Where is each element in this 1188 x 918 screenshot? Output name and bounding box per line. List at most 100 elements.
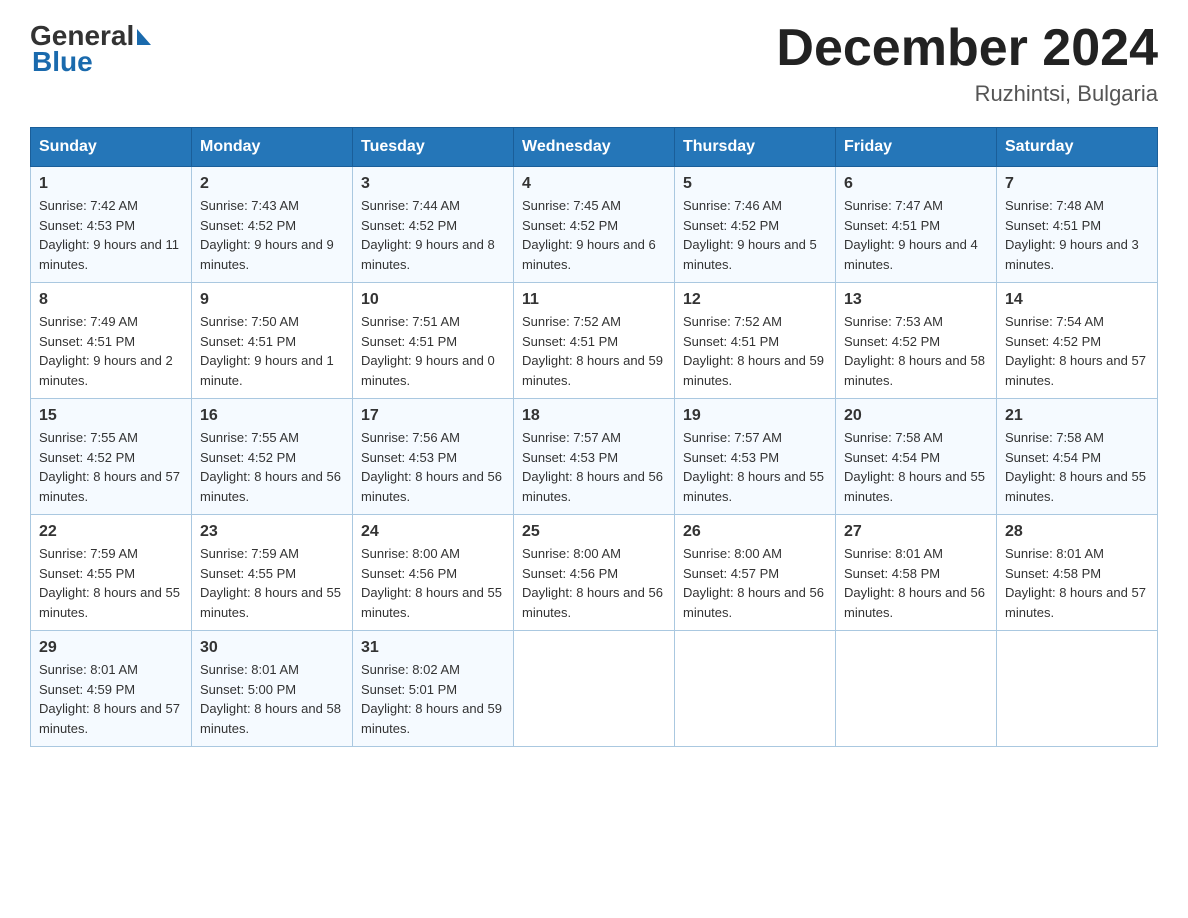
day-info: Sunrise: 8:00 AMSunset: 4:56 PMDaylight:… <box>361 546 502 620</box>
day-info: Sunrise: 7:51 AMSunset: 4:51 PMDaylight:… <box>361 314 495 388</box>
calendar-cell: 3 Sunrise: 7:44 AMSunset: 4:52 PMDayligh… <box>353 167 514 283</box>
day-number: 29 <box>39 639 183 657</box>
day-number: 2 <box>200 175 344 193</box>
calendar-cell: 4 Sunrise: 7:45 AMSunset: 4:52 PMDayligh… <box>514 167 675 283</box>
calendar-cell: 26 Sunrise: 8:00 AMSunset: 4:57 PMDaylig… <box>675 515 836 631</box>
day-number: 12 <box>683 291 827 309</box>
day-info: Sunrise: 8:01 AMSunset: 4:59 PMDaylight:… <box>39 662 180 736</box>
calendar-cell <box>836 631 997 747</box>
calendar-table: SundayMondayTuesdayWednesdayThursdayFrid… <box>30 127 1158 747</box>
calendar-cell: 5 Sunrise: 7:46 AMSunset: 4:52 PMDayligh… <box>675 167 836 283</box>
calendar-cell: 17 Sunrise: 7:56 AMSunset: 4:53 PMDaylig… <box>353 399 514 515</box>
day-number: 18 <box>522 407 666 425</box>
calendar-cell: 19 Sunrise: 7:57 AMSunset: 4:53 PMDaylig… <box>675 399 836 515</box>
calendar-cell: 25 Sunrise: 8:00 AMSunset: 4:56 PMDaylig… <box>514 515 675 631</box>
day-number: 27 <box>844 523 988 541</box>
day-number: 3 <box>361 175 505 193</box>
day-info: Sunrise: 7:46 AMSunset: 4:52 PMDaylight:… <box>683 198 817 272</box>
logo-triangle-icon <box>137 29 151 45</box>
day-number: 4 <box>522 175 666 193</box>
day-info: Sunrise: 8:00 AMSunset: 4:57 PMDaylight:… <box>683 546 824 620</box>
logo-blue-text: Blue <box>32 46 151 78</box>
col-header-monday: Monday <box>192 128 353 167</box>
day-number: 11 <box>522 291 666 309</box>
calendar-cell <box>514 631 675 747</box>
day-info: Sunrise: 7:50 AMSunset: 4:51 PMDaylight:… <box>200 314 334 388</box>
day-number: 7 <box>1005 175 1149 193</box>
day-number: 31 <box>361 639 505 657</box>
week-row-3: 15 Sunrise: 7:55 AMSunset: 4:52 PMDaylig… <box>31 399 1158 515</box>
calendar-cell: 2 Sunrise: 7:43 AMSunset: 4:52 PMDayligh… <box>192 167 353 283</box>
day-info: Sunrise: 7:55 AMSunset: 4:52 PMDaylight:… <box>200 430 341 504</box>
week-row-5: 29 Sunrise: 8:01 AMSunset: 4:59 PMDaylig… <box>31 631 1158 747</box>
day-info: Sunrise: 7:57 AMSunset: 4:53 PMDaylight:… <box>522 430 663 504</box>
calendar-cell: 20 Sunrise: 7:58 AMSunset: 4:54 PMDaylig… <box>836 399 997 515</box>
calendar-cell <box>997 631 1158 747</box>
calendar-cell: 6 Sunrise: 7:47 AMSunset: 4:51 PMDayligh… <box>836 167 997 283</box>
calendar-cell: 9 Sunrise: 7:50 AMSunset: 4:51 PMDayligh… <box>192 283 353 399</box>
day-info: Sunrise: 7:58 AMSunset: 4:54 PMDaylight:… <box>844 430 985 504</box>
day-info: Sunrise: 8:01 AMSunset: 4:58 PMDaylight:… <box>844 546 985 620</box>
day-info: Sunrise: 7:58 AMSunset: 4:54 PMDaylight:… <box>1005 430 1146 504</box>
day-info: Sunrise: 7:43 AMSunset: 4:52 PMDaylight:… <box>200 198 334 272</box>
day-info: Sunrise: 7:53 AMSunset: 4:52 PMDaylight:… <box>844 314 985 388</box>
calendar-cell: 12 Sunrise: 7:52 AMSunset: 4:51 PMDaylig… <box>675 283 836 399</box>
day-number: 8 <box>39 291 183 309</box>
calendar-cell: 7 Sunrise: 7:48 AMSunset: 4:51 PMDayligh… <box>997 167 1158 283</box>
day-number: 21 <box>1005 407 1149 425</box>
day-info: Sunrise: 7:57 AMSunset: 4:53 PMDaylight:… <box>683 430 824 504</box>
day-info: Sunrise: 8:02 AMSunset: 5:01 PMDaylight:… <box>361 662 502 736</box>
day-number: 23 <box>200 523 344 541</box>
month-title: December 2024 <box>776 20 1158 77</box>
day-number: 15 <box>39 407 183 425</box>
day-number: 1 <box>39 175 183 193</box>
title-block: December 2024 Ruzhintsi, Bulgaria <box>776 20 1158 107</box>
day-info: Sunrise: 8:01 AMSunset: 4:58 PMDaylight:… <box>1005 546 1146 620</box>
day-info: Sunrise: 7:55 AMSunset: 4:52 PMDaylight:… <box>39 430 180 504</box>
calendar-cell: 13 Sunrise: 7:53 AMSunset: 4:52 PMDaylig… <box>836 283 997 399</box>
week-row-2: 8 Sunrise: 7:49 AMSunset: 4:51 PMDayligh… <box>31 283 1158 399</box>
calendar-cell: 10 Sunrise: 7:51 AMSunset: 4:51 PMDaylig… <box>353 283 514 399</box>
location-subtitle: Ruzhintsi, Bulgaria <box>776 81 1158 107</box>
calendar-cell: 29 Sunrise: 8:01 AMSunset: 4:59 PMDaylig… <box>31 631 192 747</box>
day-number: 25 <box>522 523 666 541</box>
day-info: Sunrise: 7:42 AMSunset: 4:53 PMDaylight:… <box>39 198 179 272</box>
day-number: 20 <box>844 407 988 425</box>
col-header-tuesday: Tuesday <box>353 128 514 167</box>
calendar-cell: 15 Sunrise: 7:55 AMSunset: 4:52 PMDaylig… <box>31 399 192 515</box>
day-info: Sunrise: 7:59 AMSunset: 4:55 PMDaylight:… <box>39 546 180 620</box>
day-info: Sunrise: 7:45 AMSunset: 4:52 PMDaylight:… <box>522 198 656 272</box>
calendar-cell: 11 Sunrise: 7:52 AMSunset: 4:51 PMDaylig… <box>514 283 675 399</box>
day-number: 5 <box>683 175 827 193</box>
calendar-cell: 24 Sunrise: 8:00 AMSunset: 4:56 PMDaylig… <box>353 515 514 631</box>
day-info: Sunrise: 7:52 AMSunset: 4:51 PMDaylight:… <box>522 314 663 388</box>
day-info: Sunrise: 7:47 AMSunset: 4:51 PMDaylight:… <box>844 198 978 272</box>
calendar-cell: 18 Sunrise: 7:57 AMSunset: 4:53 PMDaylig… <box>514 399 675 515</box>
week-row-4: 22 Sunrise: 7:59 AMSunset: 4:55 PMDaylig… <box>31 515 1158 631</box>
col-header-thursday: Thursday <box>675 128 836 167</box>
page-header: General Blue December 2024 Ruzhintsi, Bu… <box>30 20 1158 107</box>
calendar-cell: 31 Sunrise: 8:02 AMSunset: 5:01 PMDaylig… <box>353 631 514 747</box>
day-number: 22 <box>39 523 183 541</box>
day-number: 9 <box>200 291 344 309</box>
calendar-cell: 16 Sunrise: 7:55 AMSunset: 4:52 PMDaylig… <box>192 399 353 515</box>
day-number: 13 <box>844 291 988 309</box>
day-number: 28 <box>1005 523 1149 541</box>
day-info: Sunrise: 7:52 AMSunset: 4:51 PMDaylight:… <box>683 314 824 388</box>
calendar-cell: 23 Sunrise: 7:59 AMSunset: 4:55 PMDaylig… <box>192 515 353 631</box>
calendar-cell: 30 Sunrise: 8:01 AMSunset: 5:00 PMDaylig… <box>192 631 353 747</box>
day-number: 16 <box>200 407 344 425</box>
day-number: 19 <box>683 407 827 425</box>
day-info: Sunrise: 7:44 AMSunset: 4:52 PMDaylight:… <box>361 198 495 272</box>
day-info: Sunrise: 7:54 AMSunset: 4:52 PMDaylight:… <box>1005 314 1146 388</box>
week-row-1: 1 Sunrise: 7:42 AMSunset: 4:53 PMDayligh… <box>31 167 1158 283</box>
day-number: 6 <box>844 175 988 193</box>
calendar-cell: 14 Sunrise: 7:54 AMSunset: 4:52 PMDaylig… <box>997 283 1158 399</box>
col-header-friday: Friday <box>836 128 997 167</box>
logo: General Blue <box>30 20 151 78</box>
calendar-cell: 1 Sunrise: 7:42 AMSunset: 4:53 PMDayligh… <box>31 167 192 283</box>
calendar-cell <box>675 631 836 747</box>
calendar-cell: 21 Sunrise: 7:58 AMSunset: 4:54 PMDaylig… <box>997 399 1158 515</box>
day-info: Sunrise: 7:59 AMSunset: 4:55 PMDaylight:… <box>200 546 341 620</box>
calendar-cell: 8 Sunrise: 7:49 AMSunset: 4:51 PMDayligh… <box>31 283 192 399</box>
